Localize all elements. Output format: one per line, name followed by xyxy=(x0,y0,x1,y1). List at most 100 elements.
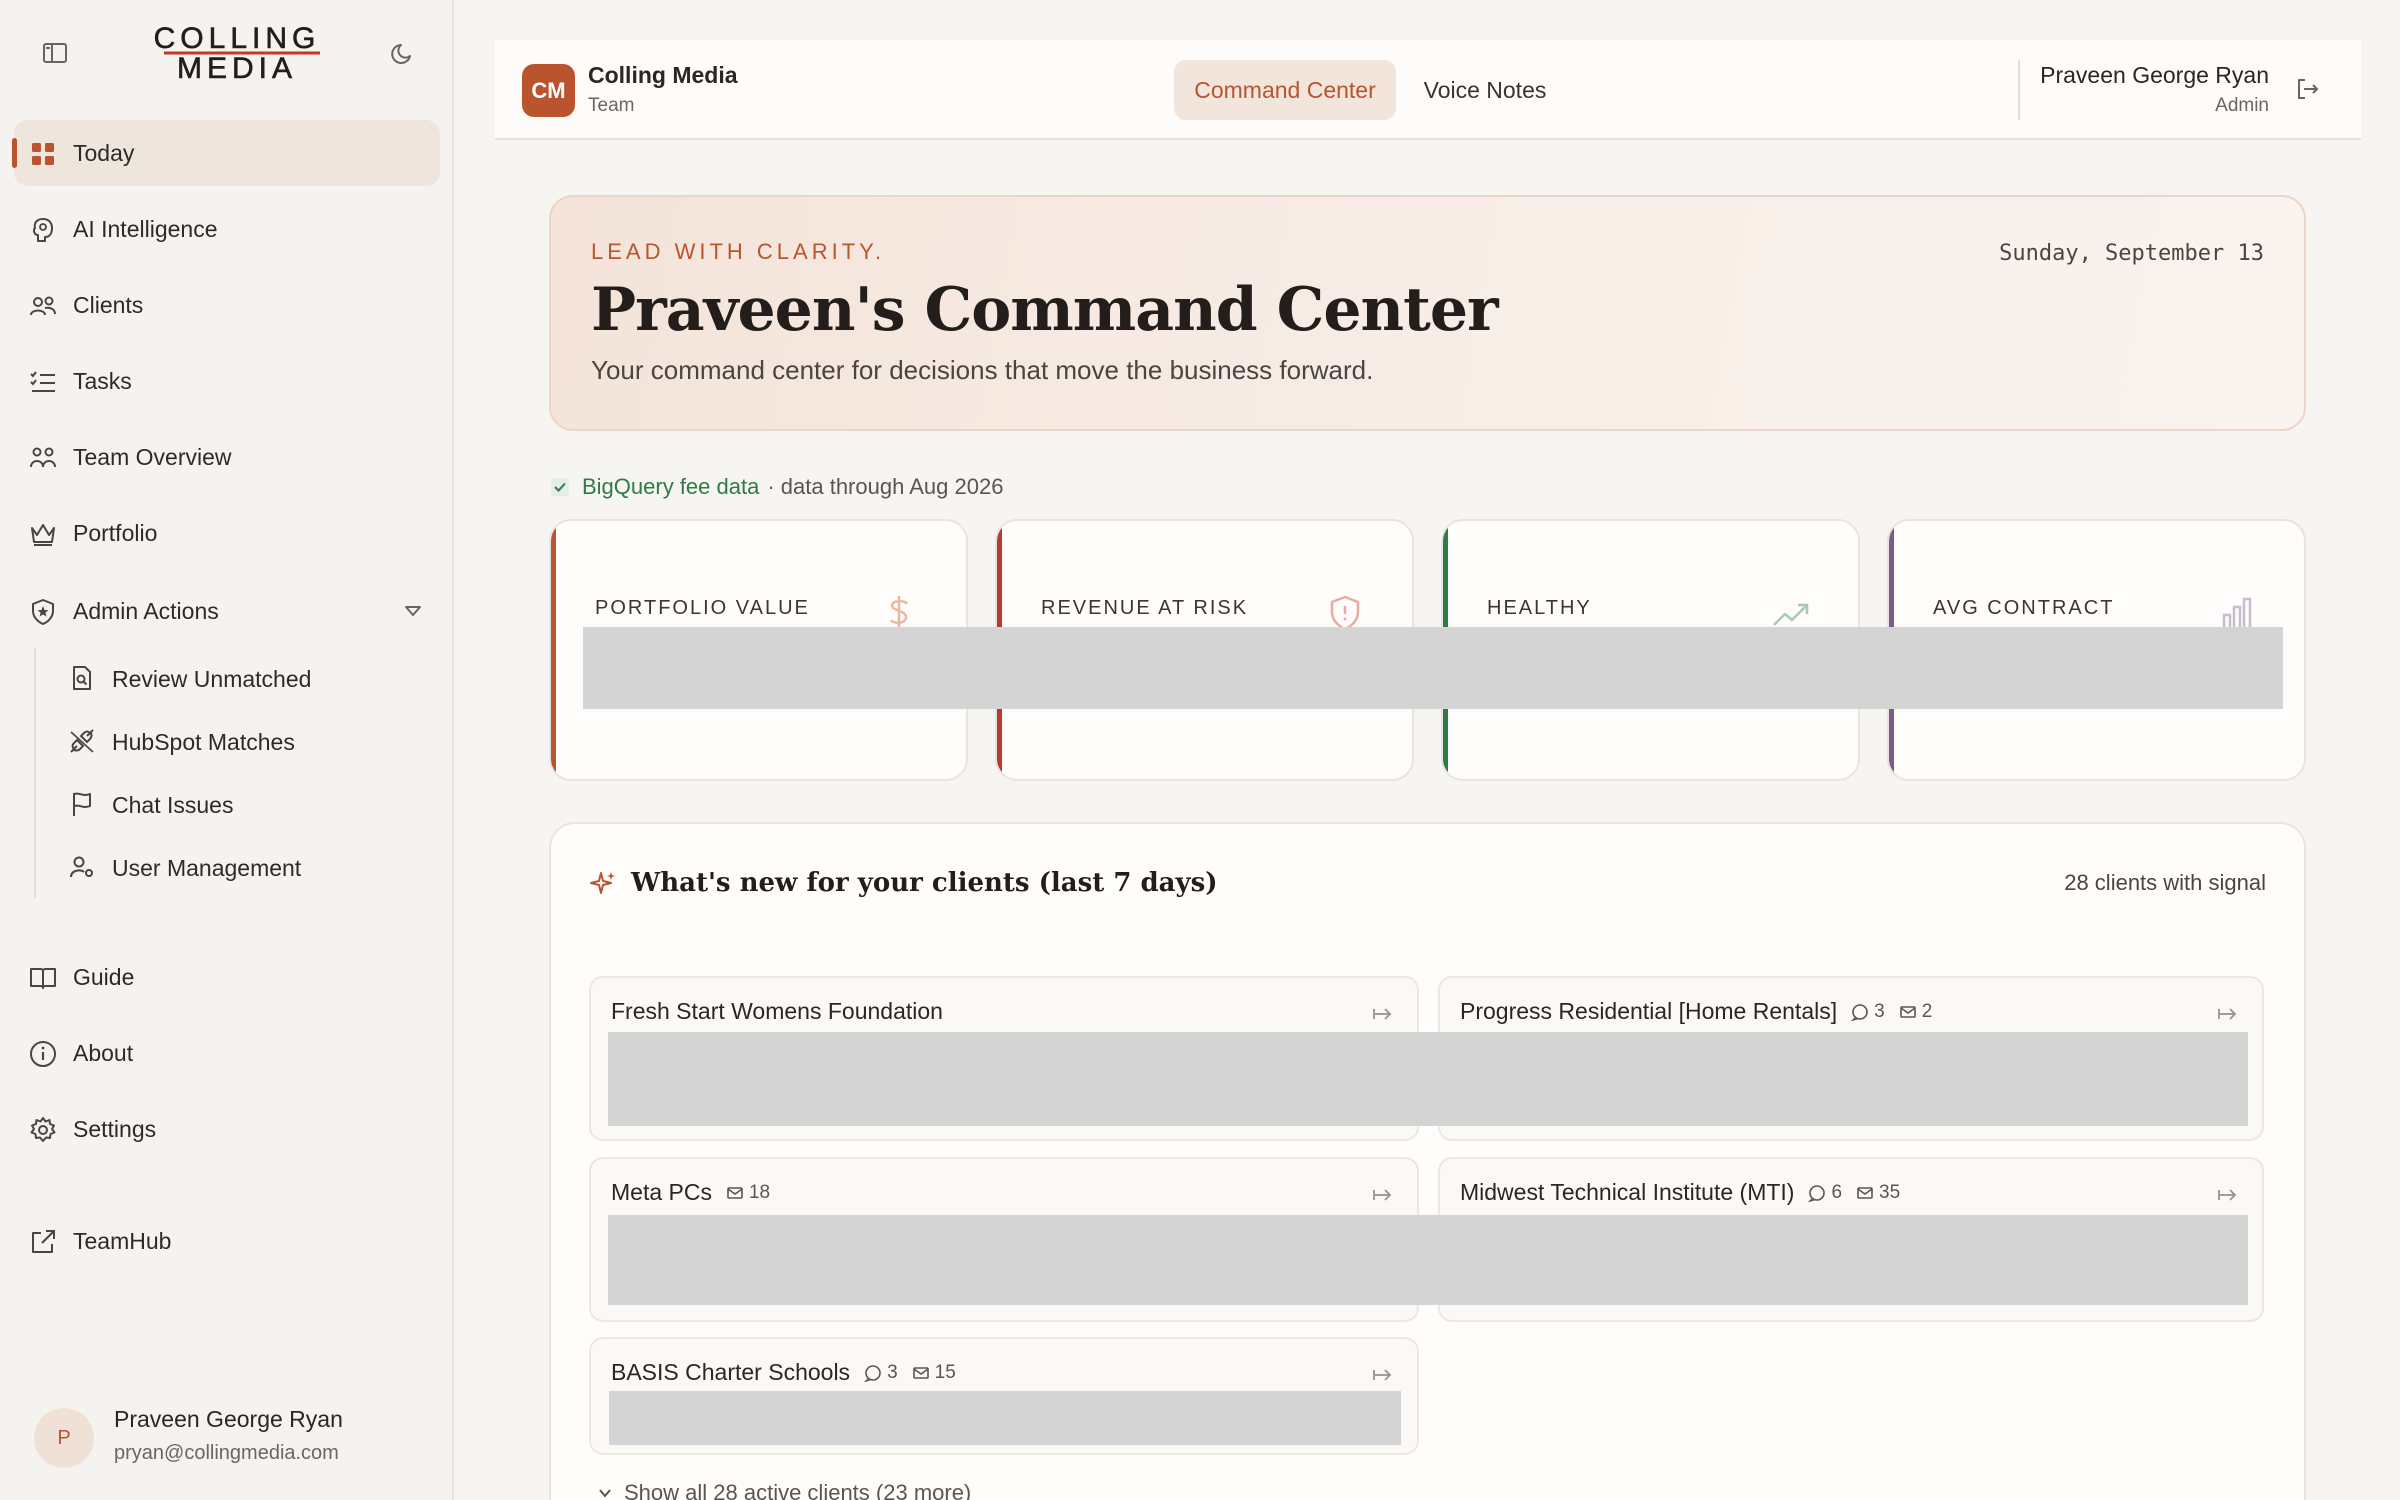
email-count: 18 xyxy=(726,1182,770,1204)
sidebar-item-about[interactable]: About xyxy=(14,1020,440,1086)
checkbox-checked-icon xyxy=(551,478,569,496)
sidebar-header: COLLING MEDIA xyxy=(0,0,454,110)
signals-title: What's new for your clients (last 7 days… xyxy=(631,868,1218,898)
page-title: Praveen's Command Center xyxy=(591,275,1499,345)
header-user: Praveen George Ryan Admin xyxy=(2040,62,2269,117)
sidebar-subitem-user-management[interactable]: User Management xyxy=(56,840,436,896)
signals-count: 28 clients with signal xyxy=(2064,870,2266,895)
external-link-icon xyxy=(32,1230,55,1253)
user-name: Praveen George Ryan xyxy=(114,1406,343,1432)
crown-icon xyxy=(31,524,55,546)
chat-bubble-icon xyxy=(1851,1003,1868,1021)
sidebar-item-label: Settings xyxy=(73,1116,157,1142)
sidebar-item-settings[interactable]: Settings xyxy=(14,1096,440,1162)
chat-count-value: 6 xyxy=(1831,1181,1843,1203)
grid-icon xyxy=(32,143,54,165)
sidebar-subitem-label: HubSpot Matches xyxy=(112,729,295,755)
sidebar-subitem-hubspot-matches[interactable]: HubSpot Matches xyxy=(56,714,436,770)
sidebar-item-label: Team Overview xyxy=(73,444,232,470)
mail-icon xyxy=(1899,1005,1916,1018)
arrow-right-icon[interactable] xyxy=(1373,1367,1393,1383)
arrow-right-icon[interactable] xyxy=(1373,1006,1393,1022)
user-email: pryan@collingmedia.com xyxy=(114,1442,339,1464)
kpi-accent-edge xyxy=(551,521,556,779)
chat-count: 3 xyxy=(864,1362,898,1384)
email-count-value: 18 xyxy=(748,1181,771,1203)
kpi-label: HEALTHY xyxy=(1487,597,1592,619)
logo-line1: COLLING xyxy=(154,22,321,55)
kpi-label: REVENUE AT RISK xyxy=(1041,597,1249,619)
sidebar-item-portfolio[interactable]: Portfolio xyxy=(14,500,440,566)
tab-command-center[interactable]: Command Center xyxy=(1174,60,1396,120)
sidebar-item-ai-intelligence[interactable]: AI Intelligence xyxy=(14,196,440,262)
kpi-label: AVG CONTRACT xyxy=(1933,597,2115,619)
chat-bubble-icon xyxy=(864,1364,881,1382)
kpi-label: PORTFOLIO VALUE xyxy=(595,597,810,619)
chat-count: 6 xyxy=(1808,1182,1842,1204)
client-name: Meta PCs xyxy=(611,1179,712,1205)
chevron-down-icon[interactable] xyxy=(404,604,422,618)
gear-icon xyxy=(30,1117,56,1142)
arrow-right-icon[interactable] xyxy=(1373,1187,1393,1203)
client-name: Progress Residential [Home Rentals] xyxy=(1460,998,1838,1024)
moon-icon[interactable] xyxy=(390,40,416,66)
client-name: Midwest Technical Institute (MTI) xyxy=(1460,1179,1795,1205)
info-icon xyxy=(30,1041,56,1067)
client-name-row: Meta PCs 18 xyxy=(611,1179,770,1206)
sidebar-item-label: TeamHub xyxy=(73,1228,172,1254)
arrow-right-icon[interactable] xyxy=(2218,1187,2238,1203)
sidebar-item-label: Admin Actions xyxy=(73,598,219,624)
client-name: Fresh Start Womens Foundation xyxy=(611,998,943,1024)
tab-voice-notes[interactable]: Voice Notes xyxy=(1405,60,1565,120)
chat-bubble-icon xyxy=(1808,1184,1826,1202)
arrow-right-icon[interactable] xyxy=(2218,1006,2238,1022)
sidebar-subitem-label: User Management xyxy=(112,855,302,881)
client-summary-redacted xyxy=(608,1215,2248,1305)
email-count-value: 35 xyxy=(1879,1181,1901,1203)
chat-count-value: 3 xyxy=(1874,1000,1885,1022)
client-name-row: BASIS Charter Schools 3 15 xyxy=(611,1359,956,1386)
show-all-clients-link[interactable]: Show all 28 active clients (23 more) xyxy=(598,1480,971,1500)
sidebar-user-card[interactable]: P Praveen George Ryan pryan@collingmedia… xyxy=(30,1400,430,1480)
sidebar-item-tasks[interactable]: Tasks xyxy=(14,348,440,414)
sparkles-icon xyxy=(590,872,615,894)
chat-count-value: 3 xyxy=(887,1361,898,1383)
client-summary-redacted xyxy=(608,1032,2248,1126)
client-card-basis-charter[interactable]: BASIS Charter Schools 3 15 xyxy=(589,1337,1419,1455)
sidebar-item-today[interactable]: Today xyxy=(12,120,440,186)
sidebar-item-clients[interactable]: Clients xyxy=(14,272,440,338)
kpi-values-redacted xyxy=(583,627,2283,709)
sidebar-toggle-icon[interactable] xyxy=(42,41,68,65)
client-summary-redacted xyxy=(609,1391,1401,1445)
sidebar: COLLING MEDIA Today AI Intelligence Clie… xyxy=(0,0,454,1500)
sidebar-item-label: Portfolio xyxy=(73,520,158,546)
email-count: 2 xyxy=(1899,1001,1932,1023)
sidebar-subitem-label: Review Unmatched xyxy=(112,666,312,692)
client-name-row: Progress Residential [Home Rentals] 3 2 xyxy=(1460,998,1932,1025)
colling-media-logo: COLLING MEDIA xyxy=(153,22,321,80)
active-indicator xyxy=(12,138,17,168)
email-count-value: 15 xyxy=(934,1361,956,1383)
data-source-link[interactable]: BigQuery fee data xyxy=(582,474,759,500)
header-user-role: Admin xyxy=(2215,95,2269,116)
sidebar-item-guide[interactable]: Guide xyxy=(14,944,440,1010)
hero-eyebrow: LEAD WITH CLARITY. xyxy=(591,239,886,264)
logout-icon[interactable] xyxy=(2295,76,2321,102)
hero-subtitle: Your command center for decisions that m… xyxy=(591,355,1374,385)
sidebar-item-label: Clients xyxy=(73,292,144,318)
sidebar-item-label: AI Intelligence xyxy=(73,216,218,242)
brain-icon xyxy=(33,218,53,242)
sidebar-item-label: About xyxy=(73,1040,134,1066)
sidebar-item-label: Guide xyxy=(73,964,135,990)
sidebar-item-team-overview[interactable]: Team Overview xyxy=(14,424,440,490)
sidebar-item-admin-actions[interactable]: Admin Actions xyxy=(14,578,440,644)
team-icon xyxy=(30,447,56,468)
header-user-name: Praveen George Ryan xyxy=(2040,62,2269,88)
sidebar-subitem-review-unmatched[interactable]: Review Unmatched xyxy=(56,651,436,707)
logo-line2: MEDIA xyxy=(177,52,297,80)
client-name-row: Fresh Start Womens Foundation xyxy=(611,998,943,1025)
sidebar-subitem-chat-issues[interactable]: Chat Issues xyxy=(56,777,436,833)
top-header: CM Colling Media Team Command Center Voi… xyxy=(495,40,2361,140)
client-name-row: Midwest Technical Institute (MTI) 6 35 xyxy=(1460,1179,1900,1206)
sidebar-item-teamhub[interactable]: TeamHub xyxy=(14,1208,440,1274)
